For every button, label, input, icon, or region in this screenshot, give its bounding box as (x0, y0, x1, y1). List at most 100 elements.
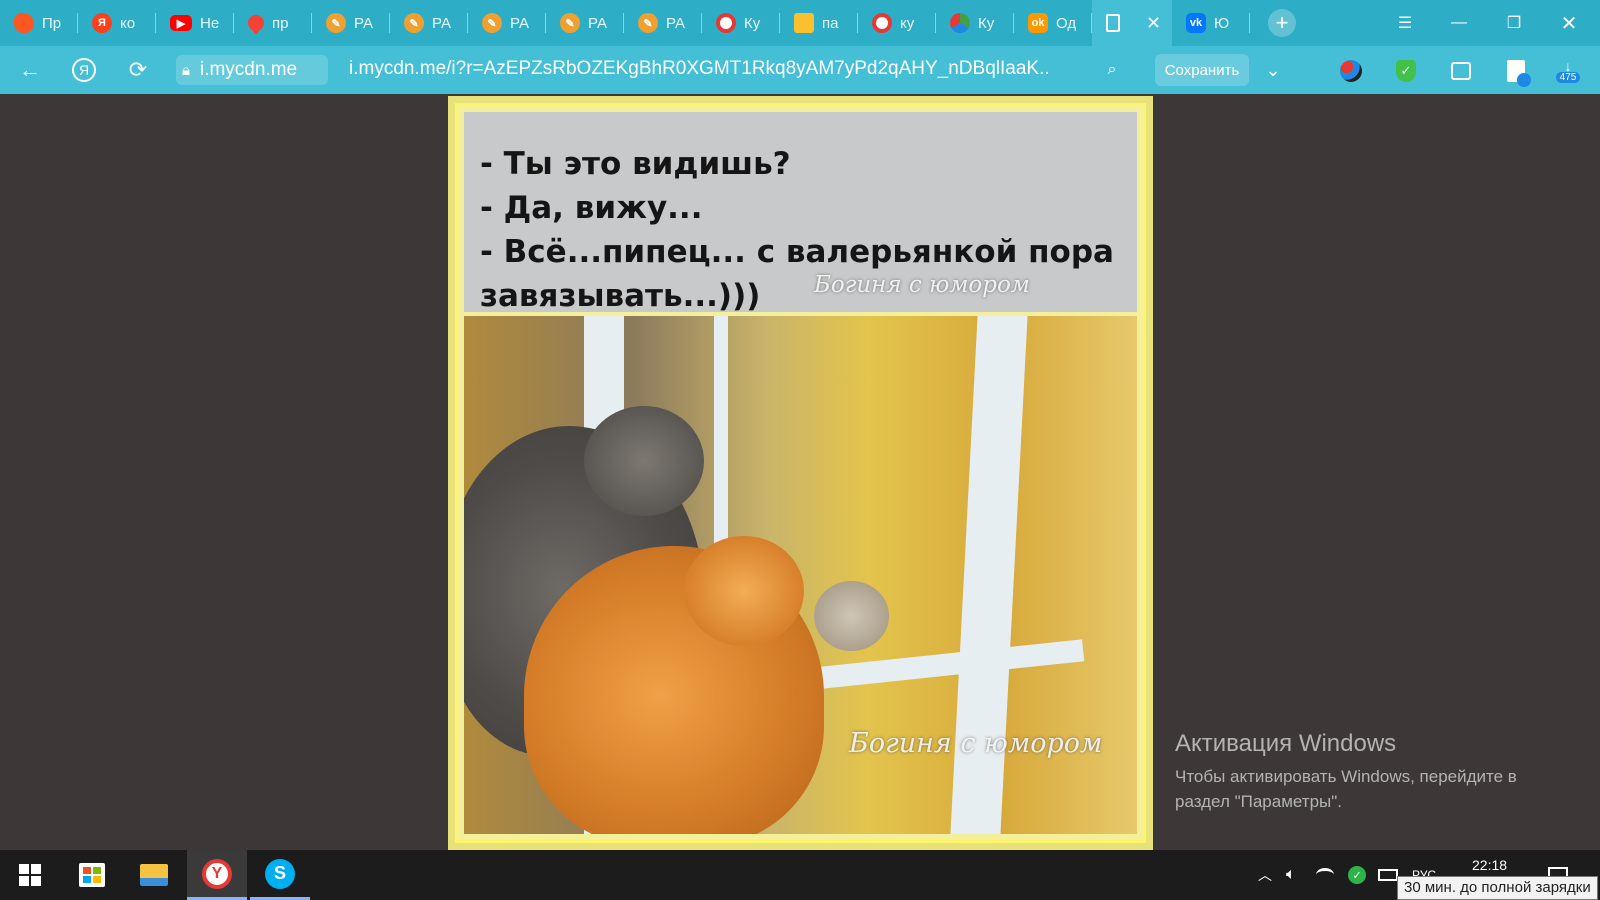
watermark-bottom: Богиня с юмором (849, 728, 1103, 759)
grey-cat-head (584, 406, 704, 516)
tab-5[interactable]: ✎ РА (390, 0, 468, 46)
activation-line-1: Чтобы активировать Windows, перейдите в (1175, 767, 1517, 786)
image-viewer: - Ты это видишь? - Да, вижу... - Всё...п… (448, 96, 1153, 850)
pdf-extension-icon[interactable] (1503, 58, 1531, 87)
tab-label: пр (272, 14, 289, 32)
pen-icon: ✎ (638, 13, 658, 33)
tab-13[interactable]: ok Од (1014, 0, 1092, 46)
odnoklassniki-icon: ok (1028, 13, 1048, 33)
orange-cat-head (684, 536, 804, 646)
extension-balls-icon[interactable] (1338, 58, 1364, 84)
tab-14-active[interactable]: ✕ (1092, 0, 1172, 46)
caption-line-3: - Всё...пипец... с валерьянкой пора (480, 234, 1114, 270)
window-frame-mid (714, 316, 728, 576)
tab-label: РА (432, 14, 452, 32)
tab-label: Ку (744, 14, 761, 32)
tab-label: РА (354, 14, 374, 32)
yandex-home-icon[interactable]: Я (64, 46, 104, 94)
tab-label: Од (1056, 14, 1077, 32)
reload-icon[interactable]: ⟳ (118, 46, 158, 94)
tab-1[interactable]: Яко (78, 0, 156, 46)
battery-icon[interactable] (1378, 850, 1398, 900)
tab-label: Ку (978, 14, 995, 32)
downloads-badge: 475 (1555, 71, 1581, 83)
close-window-icon[interactable]: ✕ (1542, 0, 1596, 46)
taskbar: Y S ︿ 🔈︎ ✓ РУС 22:18 (0, 850, 1600, 900)
skype-icon[interactable]: S (250, 850, 310, 900)
tab-label: па (822, 14, 839, 32)
tab-12[interactable]: Ку (936, 0, 1014, 46)
lock-icon: 🔒︎ (182, 61, 190, 79)
tab-9[interactable]: Ку (702, 0, 780, 46)
show-hidden-icons-icon[interactable]: ︿ (1258, 850, 1272, 900)
caption-panel: - Ты это видишь? - Да, вижу... - Всё...п… (464, 112, 1137, 314)
activation-line-2: раздел "Параметры". (1175, 792, 1343, 811)
colors-icon (950, 13, 970, 33)
downloads-icon[interactable]: ↓ 475 (1555, 58, 1581, 84)
activation-title: Активация Windows (1175, 730, 1397, 757)
pen-icon: ✎ (404, 13, 424, 33)
file-explorer-icon[interactable] (124, 850, 184, 900)
chevron-down-icon[interactable]: ⌄ (1253, 46, 1293, 94)
menu-icon[interactable]: ☰ (1378, 0, 1432, 46)
document-icon (1106, 14, 1120, 32)
tab-8[interactable]: ✎ РА (624, 0, 702, 46)
address-bar: ← Я ⟳ 🔒︎ i.mycdn.me i.mycdn.me/i?r=AzEPZ… (0, 46, 1600, 94)
domain-chip: i.mycdn.me (199, 59, 298, 80)
rabbit (814, 581, 889, 651)
tab-label: ку (900, 14, 915, 32)
yandex-icon: Я (92, 13, 112, 33)
collections-icon[interactable] (1448, 58, 1474, 84)
tab-10[interactable]: па (780, 0, 858, 46)
tab-0[interactable]: Пр (0, 0, 78, 46)
map-pin-icon (244, 11, 268, 35)
tab-label: Пр (42, 14, 62, 32)
windows-activation-watermark: Активация Windows Чтобы активировать Win… (1175, 730, 1517, 814)
wifi-icon[interactable] (1316, 850, 1334, 900)
url-field[interactable]: i.mycdn.me/i?r=AzEPZsRbOZEKgBhR0XGMT1Rkq… (349, 58, 1049, 80)
watermark-top: Богиня с юмором (814, 272, 1030, 298)
store-icon[interactable] (62, 850, 122, 900)
pen-icon: ✎ (326, 13, 346, 33)
tab-label: Не (200, 14, 220, 32)
back-icon[interactable]: ← (10, 46, 50, 94)
new-tab-button[interactable]: + (1268, 9, 1296, 37)
shield-tray-icon[interactable]: ✓ (1348, 850, 1366, 900)
volume-icon[interactable]: 🔈︎ (1286, 850, 1296, 900)
tab-label: ко (120, 14, 136, 32)
tab-4[interactable]: ✎ РА (312, 0, 390, 46)
search-red-icon (716, 13, 736, 33)
shield-check-icon[interactable]: ✓ (1393, 58, 1419, 84)
youtube-icon: ▶ (170, 15, 192, 31)
tab-15[interactable]: vk Ю (1172, 0, 1250, 46)
cats-photo: Богиня с юмором (464, 316, 1137, 834)
photo-icon (794, 13, 814, 33)
windows-start-icon[interactable] (0, 850, 60, 900)
pen-icon: ✎ (482, 13, 502, 33)
site-info-chip[interactable]: 🔒︎ i.mycdn.me (176, 55, 328, 85)
restore-icon[interactable]: ❐ (1487, 0, 1541, 46)
minimize-icon[interactable]: — (1432, 0, 1486, 46)
tab-close-icon[interactable]: ✕ (1146, 13, 1161, 34)
tab-label: РА (666, 14, 686, 32)
tab-11[interactable]: ку (858, 0, 936, 46)
search-icon[interactable]: ⌕ (1092, 46, 1132, 94)
pen-icon: ✎ (560, 13, 580, 33)
tab-3[interactable]: пр (234, 0, 312, 46)
tab-strip: Пр Яко ▶ Не пр ✎ РА ✎ РА ✎ РА ✎ РА ✎ РА Ку па … (0, 0, 1600, 46)
tab-label: Ю (1214, 14, 1230, 32)
tab-7[interactable]: ✎ РА (546, 0, 624, 46)
battery-tooltip: 30 мин. до полной зарядки (1397, 876, 1598, 900)
tab-2[interactable]: ▶ Не (156, 0, 234, 46)
tab-6[interactable]: ✎ РА (468, 0, 546, 46)
caption-line-1: - Ты это видишь? (480, 146, 791, 182)
caption-line-2: - Да, вижу... (480, 190, 703, 226)
opera-icon (872, 13, 892, 33)
tab-label: РА (510, 14, 530, 32)
cloud-icon (14, 13, 34, 33)
vk-icon: vk (1186, 13, 1206, 33)
yandex-browser-icon[interactable]: Y (187, 850, 247, 900)
meme-image: - Ты это видишь? - Да, вижу... - Всё...п… (455, 103, 1146, 843)
save-button[interactable]: Сохранить (1155, 54, 1249, 86)
tab-label: РА (588, 14, 608, 32)
